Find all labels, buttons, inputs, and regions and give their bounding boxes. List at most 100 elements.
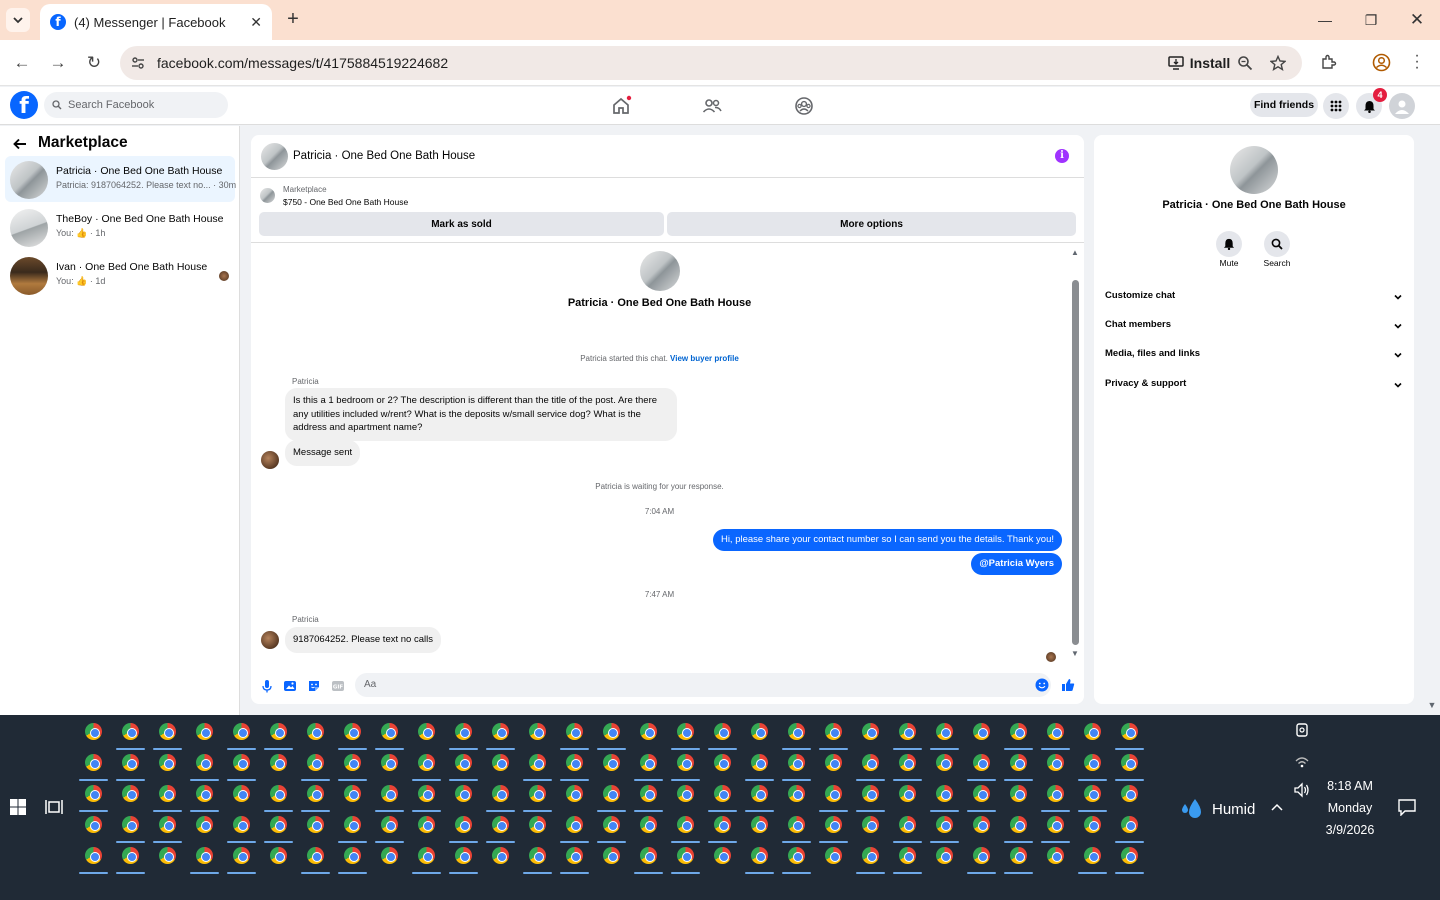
chrome-taskbar-icon[interactable] <box>381 785 398 802</box>
chrome-taskbar-icon[interactable] <box>233 754 250 771</box>
chrome-taskbar-icon[interactable] <box>455 785 472 802</box>
chrome-taskbar-icon[interactable] <box>936 847 953 864</box>
profile-icon[interactable] <box>1372 53 1391 72</box>
chrome-taskbar-icon[interactable] <box>714 816 731 833</box>
chrome-taskbar-icon[interactable] <box>825 816 842 833</box>
chrome-taskbar-icon[interactable] <box>603 847 620 864</box>
chrome-taskbar-icon[interactable] <box>1047 754 1064 771</box>
chrome-taskbar-icon[interactable] <box>566 847 583 864</box>
chrome-taskbar-icon[interactable] <box>307 723 324 740</box>
chrome-taskbar-icon[interactable] <box>566 754 583 771</box>
reload-button[interactable]: ↻ <box>84 53 104 73</box>
chrome-taskbar-icon[interactable] <box>899 785 916 802</box>
chrome-taskbar-icon[interactable] <box>122 847 139 864</box>
chrome-taskbar-icon[interactable] <box>529 785 546 802</box>
chrome-taskbar-icon[interactable] <box>1010 816 1027 833</box>
chat-scrollbar[interactable] <box>1072 280 1079 645</box>
chrome-taskbar-icon[interactable] <box>640 785 657 802</box>
chrome-taskbar-icon[interactable] <box>788 754 805 771</box>
chrome-taskbar-icon[interactable] <box>899 723 916 740</box>
chrome-taskbar-icon[interactable] <box>899 816 916 833</box>
chrome-taskbar-icon[interactable] <box>455 847 472 864</box>
page-scroll-down-arrow[interactable]: ▼ <box>1426 700 1438 712</box>
groups-icon[interactable] <box>793 95 815 117</box>
chrome-taskbar-icon[interactable] <box>307 847 324 864</box>
site-settings-icon[interactable] <box>130 55 146 71</box>
chrome-taskbar-icon[interactable] <box>1047 723 1064 740</box>
chrome-taskbar-icon[interactable] <box>85 754 102 771</box>
chevron-up-icon[interactable] <box>1270 801 1284 815</box>
chrome-taskbar-icon[interactable] <box>307 785 324 802</box>
windows-start-icon[interactable] <box>10 799 26 815</box>
zoom-icon[interactable] <box>1237 55 1253 71</box>
chrome-taskbar-icon[interactable] <box>307 754 324 771</box>
media-files-links-section[interactable]: Media, files and links <box>1105 348 1403 368</box>
chrome-taskbar-icon[interactable] <box>85 723 102 740</box>
chrome-taskbar-icon[interactable] <box>1047 816 1064 833</box>
chrome-taskbar-icon[interactable] <box>862 847 879 864</box>
chrome-taskbar-icon[interactable] <box>973 816 990 833</box>
chrome-taskbar-icon[interactable] <box>714 847 731 864</box>
chrome-taskbar-icon[interactable] <box>714 723 731 740</box>
chrome-taskbar-icon[interactable] <box>677 723 694 740</box>
chrome-taskbar-icon[interactable] <box>418 816 435 833</box>
chrome-taskbar-icon[interactable] <box>233 785 250 802</box>
conversation-item[interactable]: Ivan · One Bed One Bath House You: 👍 · 1… <box>5 252 235 298</box>
chrome-taskbar-icon[interactable] <box>492 754 509 771</box>
chrome-taskbar-icon[interactable] <box>381 723 398 740</box>
menu-button[interactable] <box>1323 93 1349 119</box>
task-view-icon[interactable] <box>45 799 63 815</box>
chrome-taskbar-icon[interactable] <box>677 816 694 833</box>
chrome-taskbar-icon[interactable] <box>344 723 361 740</box>
view-buyer-profile-link[interactable]: View buyer profile <box>670 354 739 363</box>
chrome-taskbar-icon[interactable] <box>640 723 657 740</box>
chrome-taskbar-icon[interactable] <box>344 785 361 802</box>
search-conversation-button[interactable] <box>1264 231 1290 257</box>
chrome-taskbar-icon[interactable] <box>492 816 509 833</box>
chrome-taskbar-icon[interactable] <box>1084 754 1101 771</box>
chrome-taskbar-icon[interactable] <box>899 754 916 771</box>
chrome-taskbar-icon[interactable] <box>270 785 287 802</box>
chrome-taskbar-icon[interactable] <box>196 723 213 740</box>
chrome-taskbar-icon[interactable] <box>1121 847 1138 864</box>
chrome-taskbar-icon[interactable] <box>788 847 805 864</box>
bookmark-star-icon[interactable] <box>1270 55 1286 71</box>
chrome-taskbar-icon[interactable] <box>270 754 287 771</box>
minimize-button[interactable]: — <box>1315 10 1335 30</box>
message-input[interactable]: Aa <box>355 673 1051 697</box>
volume-icon[interactable] <box>1293 782 1311 798</box>
chrome-taskbar-icon[interactable] <box>788 785 805 802</box>
chrome-taskbar-icon[interactable] <box>1010 847 1027 864</box>
chrome-taskbar-icon[interactable] <box>529 754 546 771</box>
browser-menu-button[interactable]: · · · <box>1412 48 1422 76</box>
chrome-taskbar-icon[interactable] <box>973 785 990 802</box>
chrome-taskbar-icon[interactable] <box>899 847 916 864</box>
chrome-taskbar-icon[interactable] <box>196 847 213 864</box>
chrome-taskbar-icon[interactable] <box>603 723 620 740</box>
chrome-taskbar-icon[interactable] <box>159 816 176 833</box>
chrome-taskbar-icon[interactable] <box>122 785 139 802</box>
chrome-taskbar-icon[interactable] <box>159 847 176 864</box>
browser-tab[interactable]: f (4) Messenger | Facebook ✕ <box>40 4 272 40</box>
conversation-item[interactable]: Patricia · One Bed One Bath House Patric… <box>5 156 236 202</box>
chrome-taskbar-icon[interactable] <box>122 754 139 771</box>
chrome-taskbar-icon[interactable] <box>196 754 213 771</box>
chrome-taskbar-icon[interactable] <box>344 816 361 833</box>
chrome-taskbar-icon[interactable] <box>233 723 250 740</box>
chrome-taskbar-icon[interactable] <box>1084 723 1101 740</box>
chrome-taskbar-icon[interactable] <box>381 754 398 771</box>
chrome-taskbar-icon[interactable] <box>196 785 213 802</box>
chrome-taskbar-icon[interactable] <box>751 754 768 771</box>
chrome-taskbar-icon[interactable] <box>196 816 213 833</box>
chrome-taskbar-icon[interactable] <box>973 847 990 864</box>
chrome-taskbar-icon[interactable] <box>1084 785 1101 802</box>
restore-button[interactable]: ❐ <box>1361 10 1381 30</box>
chrome-taskbar-icon[interactable] <box>270 816 287 833</box>
chrome-taskbar-icon[interactable] <box>1047 847 1064 864</box>
photo-icon[interactable] <box>283 679 297 693</box>
chrome-taskbar-icon[interactable] <box>751 847 768 864</box>
scroll-up-arrow[interactable]: ▲ <box>1070 249 1080 257</box>
address-bar[interactable]: facebook.com/messages/t/4175884519224682… <box>120 46 1302 80</box>
chat-members-section[interactable]: Chat members <box>1105 319 1403 339</box>
listing-price[interactable]: $750 - One Bed One Bath House <box>283 197 408 207</box>
